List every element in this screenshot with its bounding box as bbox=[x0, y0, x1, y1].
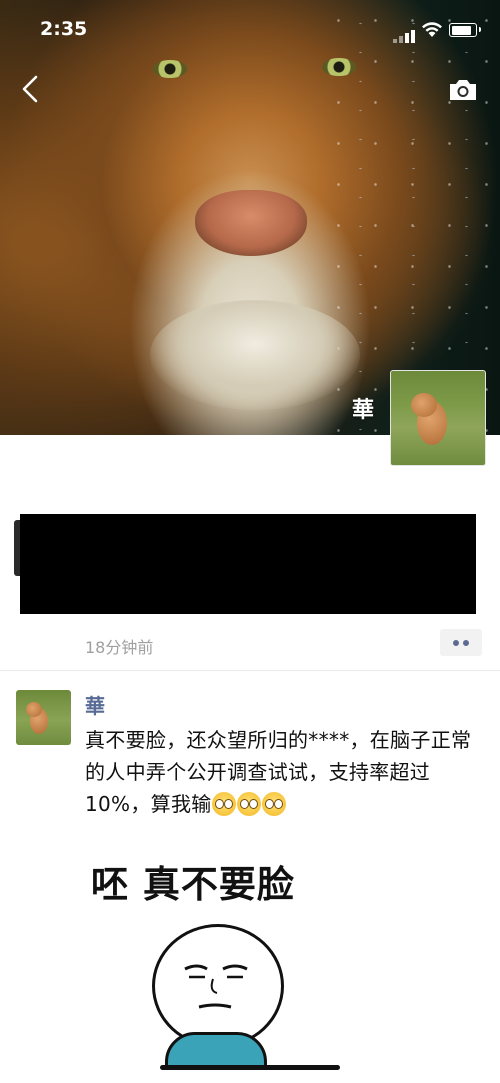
redacted-content bbox=[20, 514, 476, 614]
meme-caption: 呸 真不要脸 bbox=[91, 863, 295, 906]
meme-shirt bbox=[165, 1032, 267, 1068]
flushed-emoji-icon bbox=[211, 792, 236, 816]
comment-avatar[interactable] bbox=[16, 690, 71, 745]
more-dot bbox=[463, 640, 469, 646]
lion-nose bbox=[195, 190, 307, 256]
home-indicator bbox=[160, 1065, 340, 1070]
cellular-signal-icon bbox=[393, 24, 417, 43]
more-icon[interactable] bbox=[440, 629, 482, 656]
comment-image[interactable]: 呸 真不要脸 bbox=[85, 828, 323, 1068]
comment-text: 真不要脸，还众望所归的****，在脑子正常的人中弄个公开调查试试，支持率超过 1… bbox=[85, 724, 480, 820]
avatar-dog-head bbox=[411, 393, 437, 417]
status-time: 2:35 bbox=[40, 18, 88, 40]
profile-avatar[interactable] bbox=[390, 370, 486, 466]
wifi-icon bbox=[422, 22, 442, 37]
avatar-dog-head bbox=[26, 702, 42, 717]
battery-icon bbox=[449, 23, 481, 37]
more-dot bbox=[453, 640, 459, 646]
camera-icon[interactable] bbox=[447, 76, 479, 104]
lion-right-eye bbox=[322, 58, 356, 76]
profile-name[interactable]: 華 bbox=[352, 392, 374, 424]
lion-left-eye bbox=[153, 60, 187, 78]
flushed-emoji-icon bbox=[236, 792, 261, 816]
flushed-emoji-icon bbox=[261, 792, 286, 816]
post-time: 18分钟前 bbox=[85, 638, 154, 657]
lion-mane-chin bbox=[150, 300, 360, 410]
status-bar: 2:35 bbox=[0, 0, 500, 60]
meme-face-features bbox=[184, 964, 248, 1009]
comment-author[interactable]: 華 bbox=[85, 690, 105, 719]
meme-face bbox=[152, 924, 284, 1048]
back-icon[interactable] bbox=[16, 72, 46, 106]
divider bbox=[0, 670, 500, 671]
